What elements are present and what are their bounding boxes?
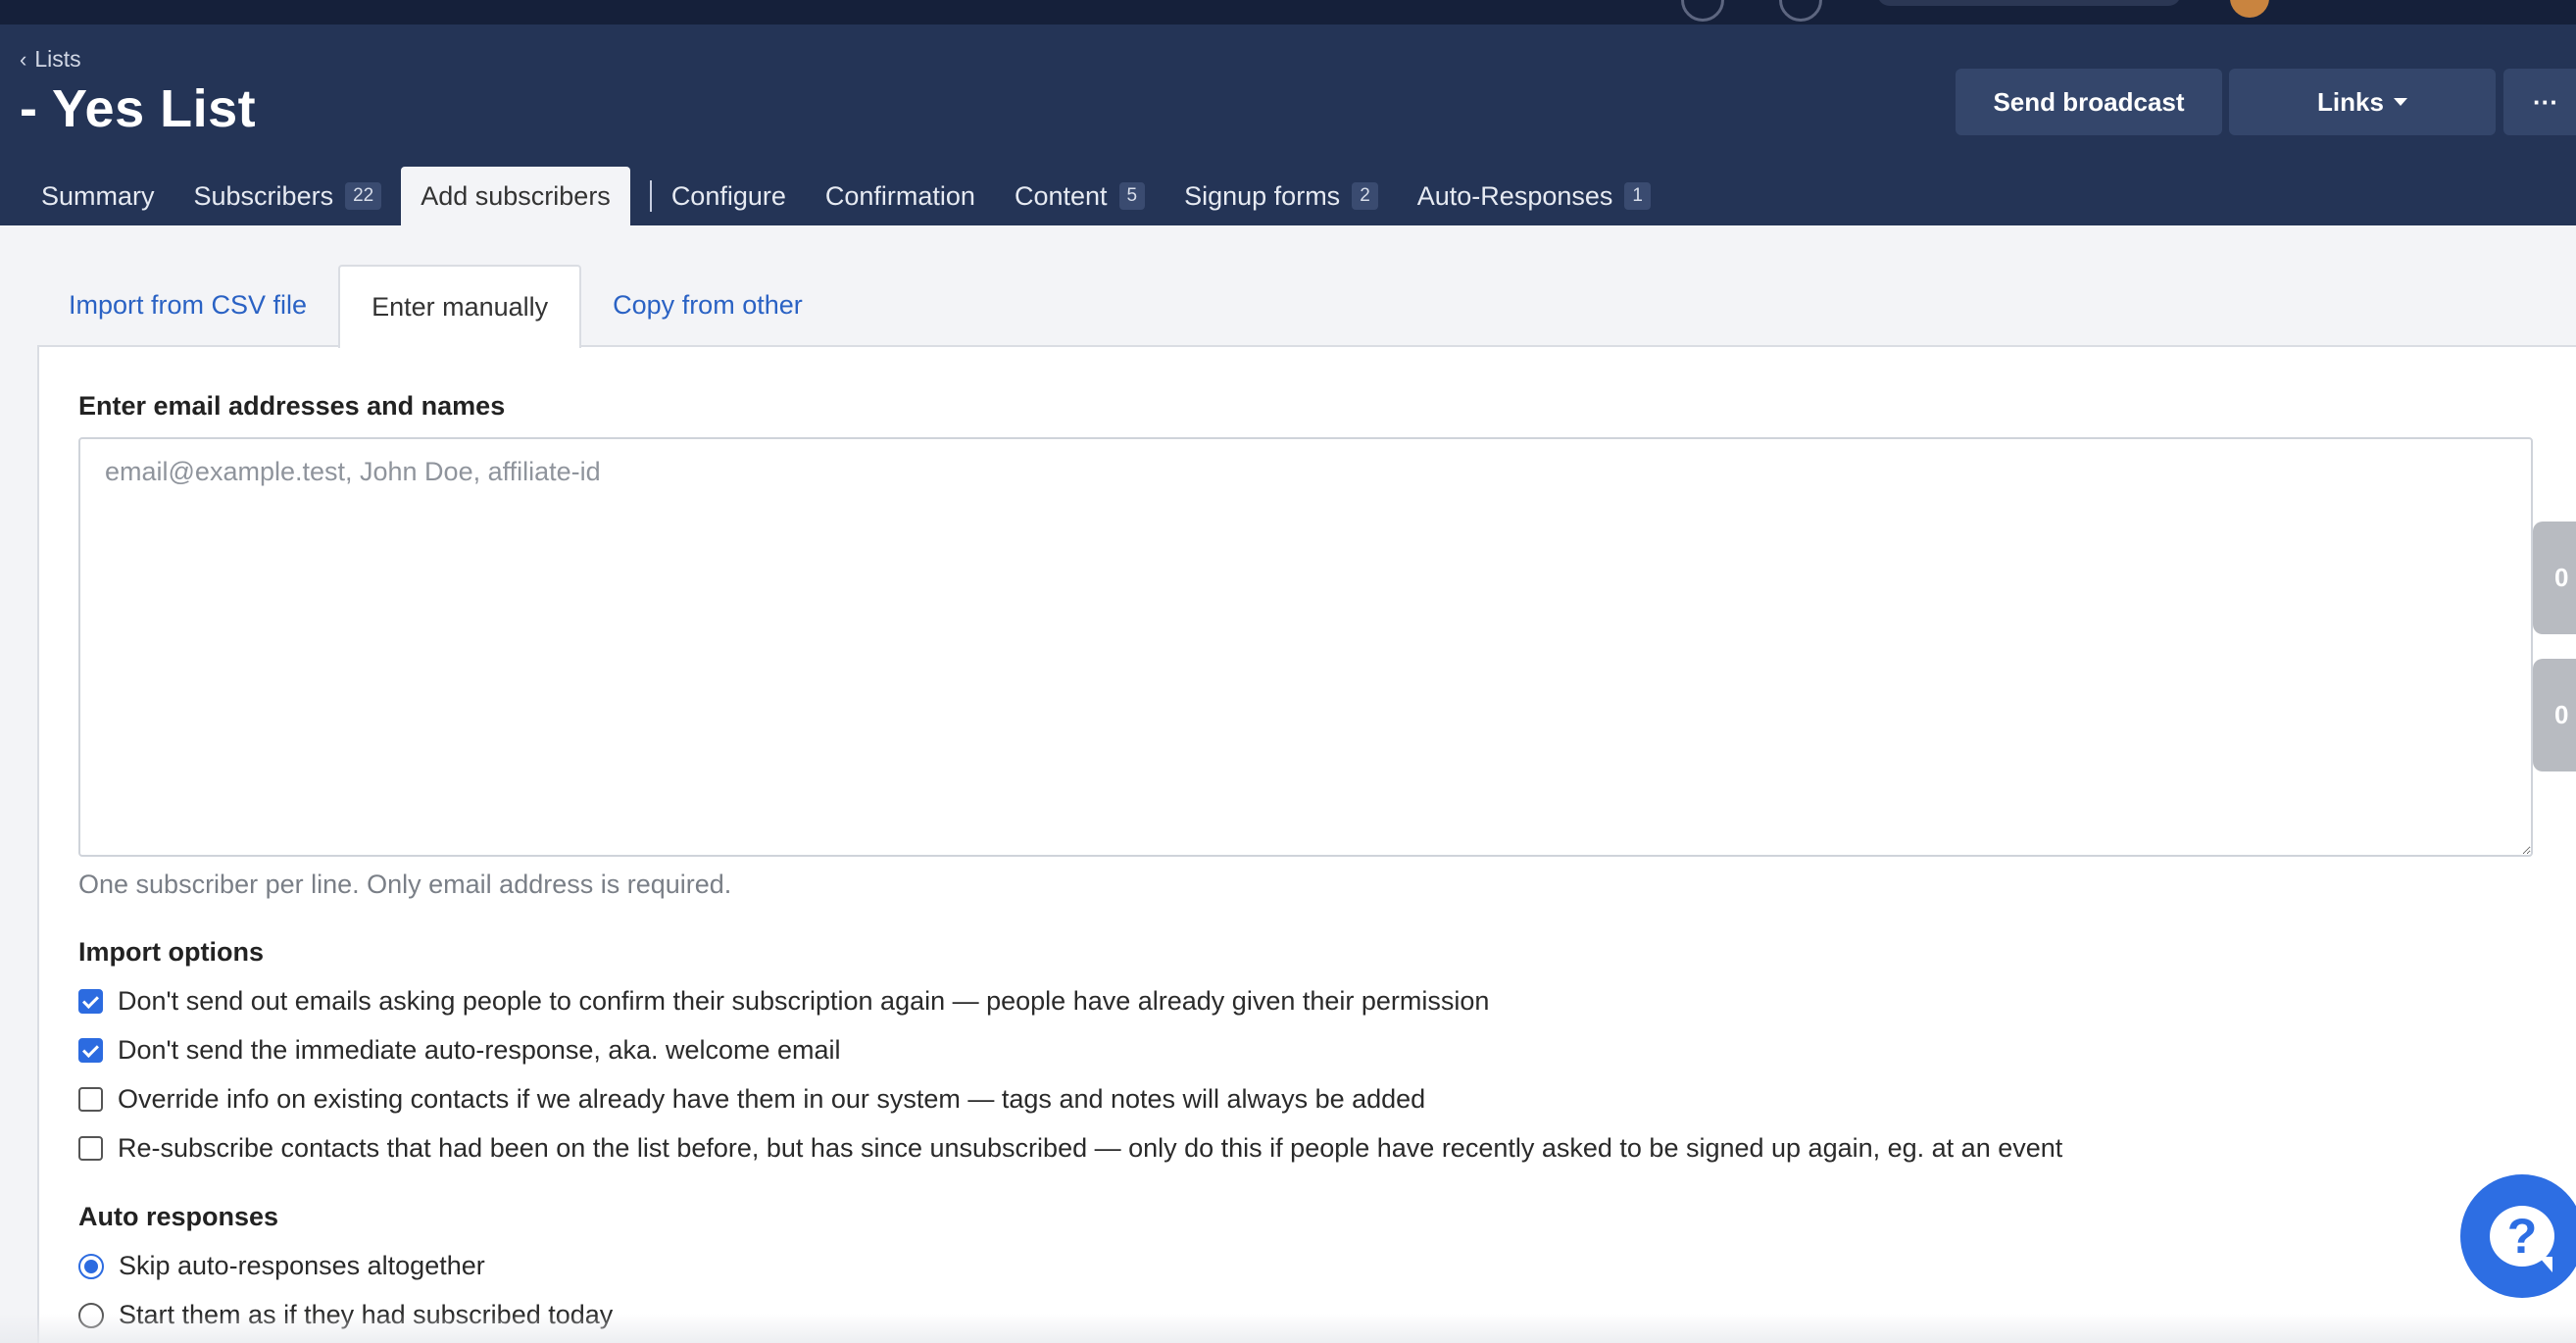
tab-signup-forms[interactable]: Signup forms 2: [1164, 167, 1398, 225]
send-broadcast-button[interactable]: Send broadcast: [1956, 69, 2222, 135]
tab-configure[interactable]: Configure: [671, 167, 806, 225]
radio-button[interactable]: [78, 1253, 104, 1279]
tab-label: Content: [1014, 180, 1108, 211]
top-nav-bar: [0, 0, 2576, 25]
bottom-fade: [0, 1314, 2576, 1343]
import-method-tabs: Import from CSV file Enter manually Copy…: [37, 265, 834, 348]
account-name[interactable]: [2284, 0, 2576, 6]
helper-text: One subscriber per line. Only email addr…: [78, 870, 732, 899]
checkbox[interactable]: [78, 1038, 103, 1063]
option-label: Don't send the immediate auto-response, …: [118, 1035, 841, 1065]
send-broadcast-label: Send broadcast: [1993, 86, 2185, 117]
side-widget-tab[interactable]: 0: [2533, 659, 2576, 771]
count-badge: 22: [345, 182, 382, 210]
option-override-existing[interactable]: Override info on existing contacts if we…: [78, 1084, 1425, 1115]
tab-import-csv[interactable]: Import from CSV file: [37, 265, 338, 346]
tab-copy-from-other[interactable]: Copy from other: [581, 265, 834, 346]
email-addresses-textarea[interactable]: [78, 437, 2533, 857]
option-label: Override info on existing contacts if we…: [118, 1084, 1426, 1114]
option-skip-confirmation[interactable]: Don't send out emails asking people to c…: [78, 986, 1489, 1017]
email-field-label: Enter email addresses and names: [78, 391, 506, 421]
tab-label: Auto-Responses: [1416, 180, 1613, 211]
breadcrumb[interactable]: ‹ Lists: [20, 46, 81, 73]
tab-add-subscribers[interactable]: Add subscribers: [401, 167, 630, 225]
tab-label: Configure: [670, 180, 786, 211]
side-widget-tab[interactable]: 0: [2533, 522, 2576, 634]
tab-label: Subscribers: [193, 180, 334, 211]
subtab-label: Copy from other: [613, 290, 803, 320]
more-options-button[interactable]: ···: [2503, 69, 2576, 135]
radio-skip-auto-responses[interactable]: Skip auto-responses altogether: [78, 1251, 485, 1281]
count-badge: 1: [1624, 182, 1651, 210]
tab-subscribers[interactable]: Subscribers 22: [174, 167, 402, 225]
tab-label: Summary: [41, 180, 155, 211]
option-label: Don't send out emails asking people to c…: [118, 986, 1490, 1016]
caret-down-icon: [2393, 98, 2407, 106]
enter-manually-panel: Enter email addresses and names One subs…: [37, 345, 2576, 1343]
more-icon: ···: [2533, 86, 2558, 117]
side-widget-label: 0: [2554, 700, 2569, 729]
help-icon[interactable]: [1779, 0, 1822, 22]
links-label: Links: [2317, 86, 2384, 117]
side-widget-label: 0: [2554, 563, 2569, 592]
chevron-left-icon: ‹: [20, 46, 27, 72]
import-options-heading: Import options: [78, 937, 264, 967]
option-resubscribe[interactable]: Re-subscribe contacts that had been on t…: [78, 1133, 2062, 1164]
checkbox[interactable]: [78, 989, 103, 1014]
tab-confirmation[interactable]: Confirmation: [806, 167, 995, 225]
option-label: Re-subscribe contacts that had been on t…: [118, 1133, 2063, 1163]
tab-divider: [649, 180, 652, 212]
help-chat-button[interactable]: ?: [2460, 1174, 2576, 1298]
question-icon: ?: [2490, 1206, 2554, 1272]
avatar[interactable]: [2230, 0, 2269, 18]
tab-summary[interactable]: Summary: [22, 167, 174, 225]
checkbox[interactable]: [78, 1136, 103, 1161]
tab-label: Signup forms: [1184, 180, 1341, 211]
page-title: - Yes List: [20, 79, 257, 138]
tab-content[interactable]: Content 5: [995, 167, 1164, 225]
notification-icon[interactable]: [1681, 0, 1724, 22]
links-dropdown-button[interactable]: Links: [2229, 69, 2496, 135]
count-badge: 2: [1352, 182, 1378, 210]
auto-responses-heading: Auto responses: [78, 1202, 279, 1231]
option-skip-welcome-email[interactable]: Don't send the immediate auto-response, …: [78, 1035, 841, 1066]
radio-label: Skip auto-responses altogether: [119, 1251, 485, 1280]
tab-label: Add subscribers: [421, 180, 611, 211]
tab-enter-manually[interactable]: Enter manually: [338, 265, 582, 348]
checkbox[interactable]: [78, 1087, 103, 1112]
main-tabs: Summary Subscribers 22 Add subscribers C…: [22, 167, 1670, 225]
breadcrumb-lists-link[interactable]: Lists: [34, 46, 80, 73]
tab-label: Confirmation: [824, 180, 975, 211]
count-badge: 5: [1118, 182, 1146, 210]
subtab-label: Enter manually: [372, 292, 549, 322]
subtab-label: Import from CSV file: [69, 290, 308, 320]
list-header: ‹ Lists - Yes List Send broadcast Links …: [0, 25, 2576, 225]
tab-auto-responses[interactable]: Auto-Responses 1: [1398, 167, 1670, 225]
global-search-input[interactable]: [1877, 0, 2181, 6]
